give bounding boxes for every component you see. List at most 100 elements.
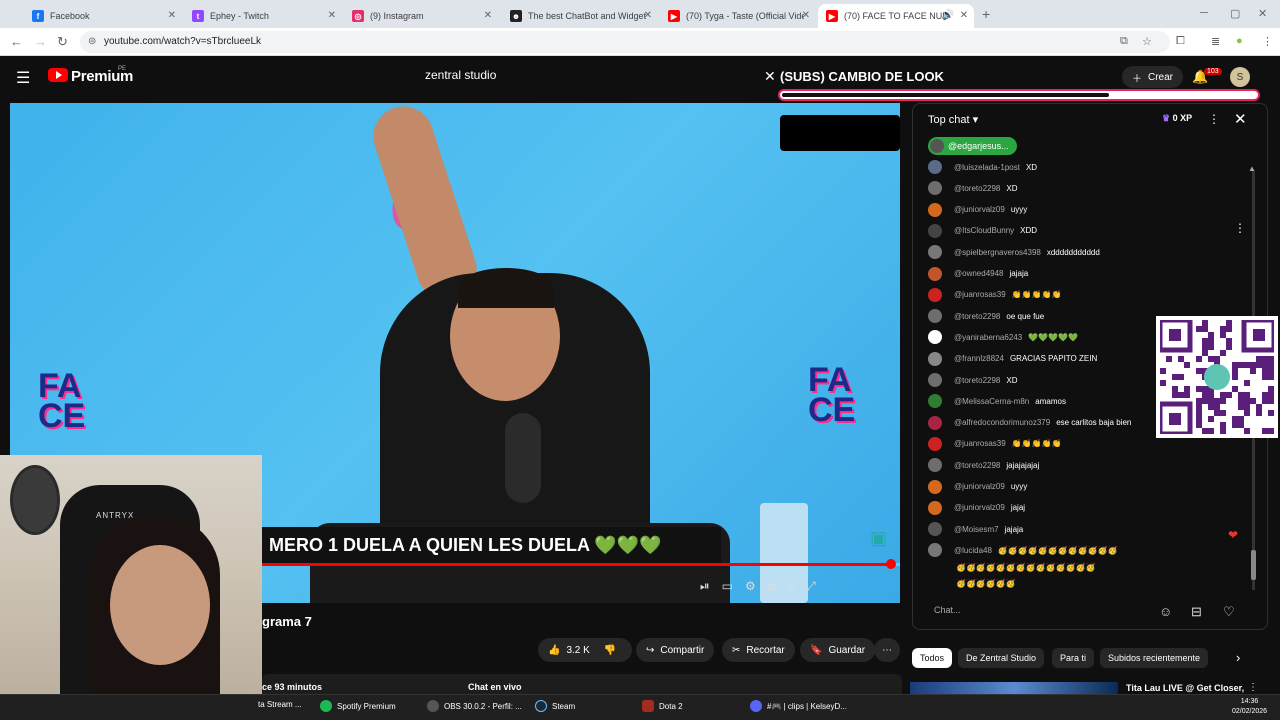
close-tab-icon[interactable]: ✕	[168, 10, 176, 21]
save-button[interactable]: 🔖 Guardar	[800, 638, 876, 662]
browser-menu-icon[interactable]: ⋮	[1262, 35, 1273, 48]
recommended-video-title[interactable]: Tita Lau LIVE @ Get Closer,	[1126, 683, 1244, 693]
chat-author[interactable]: @alfredocondorimunoz379	[954, 418, 1050, 427]
xp-counter[interactable]: ♛ 0 XP	[1162, 113, 1192, 124]
clip-button[interactable]: ✂ Recortar	[722, 638, 795, 662]
taskbar-item-stream[interactable]: ta Stream ...	[258, 700, 302, 709]
avatar[interactable]	[928, 266, 942, 281]
profile-icon[interactable]: ●	[1236, 35, 1243, 47]
avatar[interactable]	[928, 351, 942, 366]
chat-message[interactable]: @ItsCloudBunny XDD	[928, 221, 1037, 241]
avatar[interactable]	[928, 415, 942, 430]
cast-icon[interactable]: ⧉	[1120, 35, 1128, 48]
autoplay-toggle-icon[interactable]: ⏯	[700, 579, 710, 594]
chat-author[interactable]: @Moisesm7	[954, 525, 999, 534]
close-window-icon[interactable]: ✕	[1258, 7, 1267, 20]
heart-icon[interactable]: ♡	[1223, 604, 1235, 620]
chat-author[interactable]: @toreto2298	[954, 312, 1000, 321]
share-button[interactable]: ↪ Compartir	[636, 638, 715, 662]
back-icon[interactable]: ←	[10, 34, 23, 49]
avatar[interactable]	[928, 522, 942, 537]
maximize-icon[interactable]: ▢	[1230, 7, 1240, 20]
chat-message[interactable]: @luiszelada-1post XD	[928, 157, 1037, 177]
video-progress-scrubber[interactable]	[886, 559, 897, 569]
like-icon[interactable]: 👍	[548, 645, 560, 656]
chat-message[interactable]: @toreto2298 jajajajajaj	[928, 455, 1039, 475]
chat-message[interactable]: @MelissaCerna-m8n amamos	[928, 391, 1066, 411]
taskbar-item-steam[interactable]: Steam	[535, 700, 575, 712]
search-input[interactable]: zentral studio	[425, 68, 496, 82]
filter-todos[interactable]: Todos	[912, 648, 953, 668]
taskbar-item-discord[interactable]: #🎮 | clips | KelseyD...	[750, 700, 847, 712]
tab-face-to-face[interactable]: ▶ (70) FACE TO FACE NUEVA 🔊 ✕	[818, 4, 974, 28]
fullscreen-icon[interactable]: ⤢	[806, 579, 816, 594]
chat-scroll-thumb[interactable]	[1251, 550, 1256, 580]
avatar[interactable]	[928, 287, 942, 302]
subtitles-icon[interactable]: ▭	[722, 579, 733, 593]
close-tab-icon[interactable]: ✕	[328, 10, 336, 21]
chat-message[interactable]: @juanrosas39 👏👏👏👏👏	[928, 285, 1062, 305]
dislike-icon[interactable]: 👎	[604, 645, 616, 656]
filter-channel[interactable]: De Zentral Studio	[958, 648, 1045, 668]
close-tab-icon[interactable]: ✕	[484, 10, 492, 21]
chat-more-icon[interactable]: ⋮	[1208, 112, 1220, 126]
tab-twitch[interactable]: t Ephey - Twitch ✕	[184, 4, 342, 28]
recommended-more-icon[interactable]: ⋮	[1248, 682, 1258, 693]
chat-author[interactable]: @ItsCloudBunny	[954, 226, 1014, 235]
chat-message[interactable]: @juniorvalz09 uyyy	[928, 200, 1027, 220]
avatar[interactable]	[928, 309, 942, 324]
message-more-icon[interactable]: ⋮	[1234, 221, 1246, 235]
like-count[interactable]: 3.2 K	[566, 645, 589, 656]
chat-author[interactable]: @owned4948	[954, 269, 1004, 278]
extensions-icon[interactable]: ⧠	[1176, 35, 1185, 48]
avatar[interactable]	[928, 479, 942, 494]
avatar[interactable]	[928, 373, 942, 387]
chat-author[interactable]: @lucida48	[954, 546, 992, 555]
chat-author[interactable]: @yaniraberna6243	[954, 333, 1022, 342]
chat-author[interactable]: @toreto2298	[954, 461, 1000, 470]
chat-author[interactable]: @juanrosas39	[954, 290, 1006, 299]
chat-message[interactable]: @juniorvalz09 jajaj	[928, 498, 1025, 518]
system-clock[interactable]: 14:36 02/02/2026	[1232, 697, 1267, 717]
speaker-icon[interactable]: 🔊	[942, 10, 954, 21]
taskbar-item-obs[interactable]: OBS 30.0.2 - Perfil: ...	[427, 700, 522, 712]
filter-recent[interactable]: Subidos recientemente	[1100, 648, 1209, 668]
chat-message[interactable]: @yaniraberna6243 💚💚💚💚💚	[928, 327, 1078, 347]
chat-author[interactable]: @juanrosas39	[954, 439, 1006, 448]
avatar[interactable]	[928, 543, 942, 558]
tab-facebook[interactable]: f Facebook ✕	[24, 4, 182, 28]
avatar[interactable]	[928, 500, 942, 515]
chat-author[interactable]: @MelissaCerna-m8n	[954, 397, 1029, 406]
avatar[interactable]	[928, 202, 942, 217]
reload-icon[interactable]: ↻	[57, 34, 68, 50]
miniplayer-icon[interactable]: ⧈	[768, 579, 776, 594]
chat-author[interactable]: @toreto2298	[954, 184, 1000, 193]
create-button[interactable]: ＋ Crear	[1122, 66, 1184, 88]
chat-author[interactable]: @juniorvalz09	[954, 503, 1005, 512]
chat-author[interactable]: @frannlz8824	[954, 354, 1004, 363]
tab-instagram[interactable]: ◎ (9) Instagram ✕	[344, 4, 498, 28]
close-chat-icon[interactable]: ✕	[1234, 110, 1247, 128]
minimize-icon[interactable]: ─	[1200, 7, 1208, 19]
youtube-logo-icon[interactable]	[48, 68, 68, 82]
avatar[interactable]	[928, 330, 942, 345]
tab-tyga[interactable]: ▶ (70) Tyga - Taste (Official Video) ✕	[660, 4, 816, 28]
chat-message[interactable]: @juniorvalz09 uyyy	[928, 477, 1027, 497]
avatar[interactable]	[928, 245, 942, 260]
avatar[interactable]	[928, 436, 942, 451]
menu-icon[interactable]: ☰	[16, 68, 30, 88]
avatar[interactable]	[928, 394, 942, 409]
chat-message[interactable]: @toreto2298 oe que fue	[928, 306, 1044, 326]
pinned-user-chip[interactable]: @edgarjesus...	[928, 137, 1017, 155]
chat-message[interactable]: @toreto2298 XD	[928, 178, 1018, 198]
avatar[interactable]	[928, 181, 942, 196]
site-info-icon[interactable]: ⊜	[88, 36, 96, 47]
chat-mode-selector[interactable]: Top chat ▾	[928, 113, 978, 126]
forward-icon[interactable]: →	[34, 34, 47, 49]
chat-message[interactable]: @toreto2298 XD	[928, 370, 1018, 390]
chat-author[interactable]: @toreto2298	[954, 376, 1000, 385]
close-tab-icon[interactable]: ✕	[802, 10, 810, 21]
account-avatar[interactable]: S	[1230, 67, 1250, 87]
chat-author[interactable]: @juniorvalz09	[954, 482, 1005, 491]
chat-author[interactable]: @luiszelada-1post	[954, 163, 1020, 172]
